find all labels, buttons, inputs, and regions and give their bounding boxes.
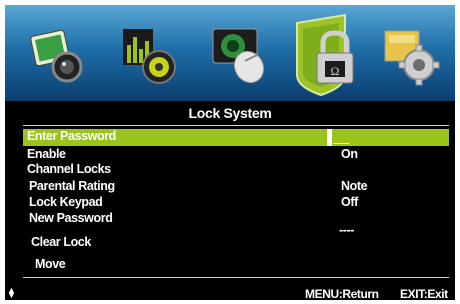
tv-menu-screen: Ω Lock System Enter Password Enable On C… — [5, 5, 455, 300]
setup-tab[interactable] — [377, 17, 449, 93]
menu-item-channel-locks[interactable]: Channel Locks — [27, 162, 111, 176]
enable-value: On — [341, 147, 358, 161]
lock-tab[interactable]: Ω — [287, 9, 371, 99]
sound-tab[interactable] — [115, 17, 187, 93]
footer-divider — [23, 277, 449, 278]
picture-icon — [30, 29, 83, 83]
password-input-line[interactable] — [333, 143, 349, 144]
channel-icon — [212, 28, 265, 84]
menu-return-hint: MENU:Return — [305, 287, 379, 300]
menu-tab-bar: Ω — [5, 5, 455, 101]
menu-item-enable[interactable]: Enable — [27, 147, 66, 161]
lock-keypad-value: Off — [341, 195, 358, 209]
menu-item-lock-keypad[interactable]: Lock Keypad — [29, 195, 103, 209]
channel-tab[interactable] — [205, 17, 277, 93]
new-password-value: ---- — [339, 223, 355, 237]
move-hint: Move — [35, 257, 66, 271]
parental-rating-value: Note — [341, 179, 368, 193]
setup-icon — [384, 30, 440, 86]
title-divider — [23, 125, 449, 126]
svg-text:Ω: Ω — [331, 64, 340, 78]
password-cursor — [327, 129, 332, 146]
lock-icon: Ω — [296, 13, 354, 97]
menu-item-parental-rating[interactable]: Parental Rating — [29, 179, 115, 193]
menu-item-clear-lock[interactable]: Clear Lock — [31, 235, 91, 249]
menu-item-new-password[interactable]: New Password — [29, 211, 113, 225]
menu-item-enter-password[interactable]: Enter Password — [27, 129, 116, 143]
page-title: Lock System — [188, 105, 272, 121]
picture-tab[interactable] — [23, 17, 95, 93]
sound-icon — [123, 29, 176, 84]
exit-hint: EXIT:Exit — [400, 287, 448, 300]
up-down-arrows-icon: ▲ ▼ — [7, 285, 16, 300]
